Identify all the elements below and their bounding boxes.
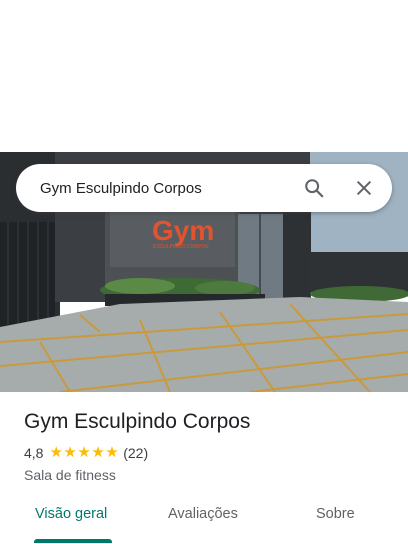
close-icon[interactable] [344, 168, 384, 208]
sign-subtext: ESCULPINDO CORPOS [153, 244, 209, 250]
place-title: Gym Esculpindo Corpos [24, 410, 251, 433]
sign-text: Gym [152, 215, 214, 246]
tab-about[interactable]: Sobre [316, 506, 355, 522]
review-count[interactable]: (22) [123, 445, 148, 461]
rating-value: 4,8 [24, 445, 44, 461]
search-icon[interactable] [294, 168, 334, 208]
rating-stars: ★ ★ ★ ★ ★ [49, 445, 119, 461]
star-icon: ★ [63, 444, 77, 461]
star-icon: ★ [49, 444, 63, 461]
place-info: Gym Esculpindo Corpos 4,8 ★ ★ ★ ★ ★ (22)… [24, 408, 394, 484]
search-input[interactable]: Gym Esculpindo Corpos [16, 180, 294, 197]
tab-reviews[interactable]: Avaliações [168, 506, 238, 522]
place-tabs: Visão geral Avaliações Sobre [0, 492, 408, 544]
tab-overview[interactable]: Visão geral [35, 506, 107, 522]
map-blank-area [0, 0, 408, 152]
place-category[interactable]: Sala de fitness [24, 466, 394, 484]
star-icon: ★ [105, 444, 119, 461]
star-icon: ★ [91, 444, 105, 461]
active-tab-indicator [34, 539, 112, 543]
rating-row[interactable]: 4,8 ★ ★ ★ ★ ★ (22) [24, 444, 394, 462]
star-icon: ★ [77, 444, 91, 461]
search-bar[interactable]: Gym Esculpindo Corpos [16, 164, 392, 212]
